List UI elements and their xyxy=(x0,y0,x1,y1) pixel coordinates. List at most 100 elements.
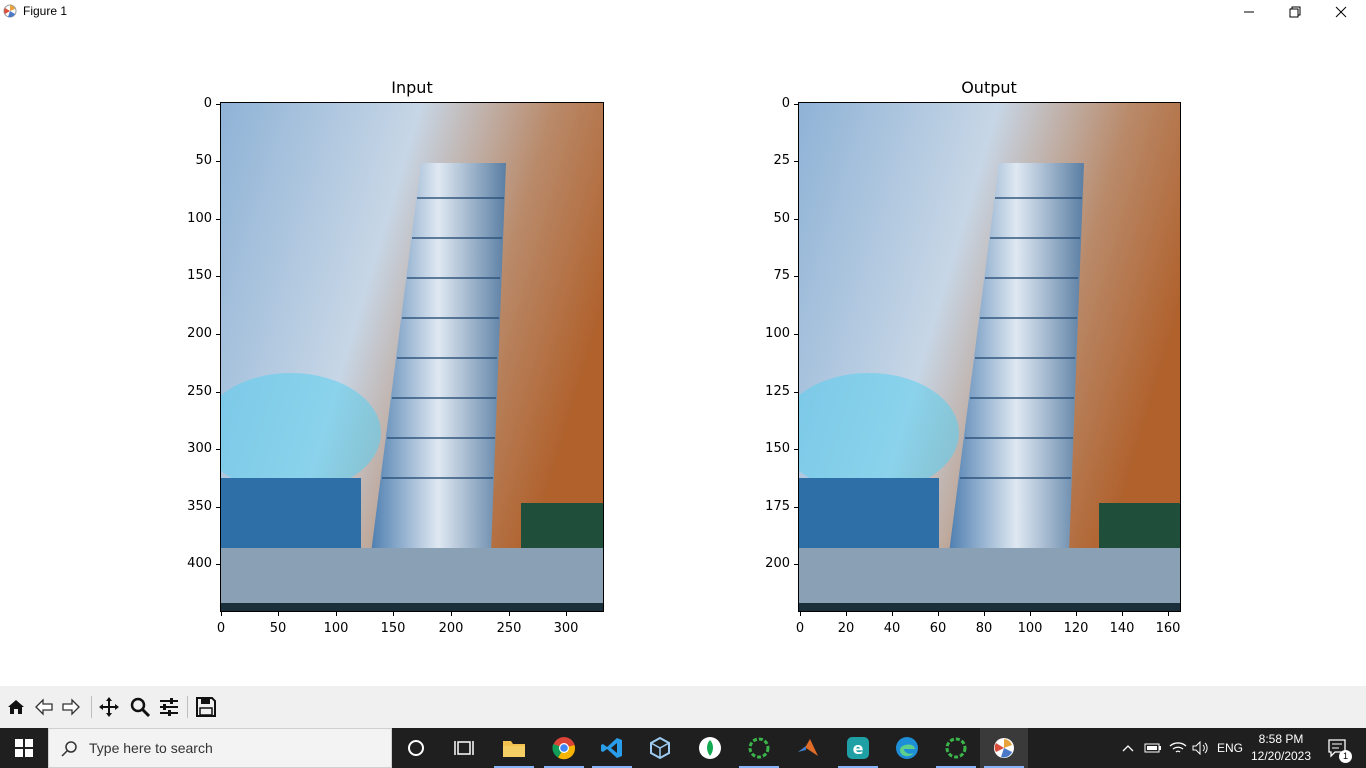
input-plot-title: Input xyxy=(391,78,433,97)
save-icon xyxy=(196,697,216,717)
taskbar: Type here to search e ENG 8:58 PM 12/20/… xyxy=(0,728,1366,768)
x-tick-label: 300 xyxy=(553,621,579,636)
save-button[interactable] xyxy=(193,694,219,720)
matlab-taskbar-item[interactable] xyxy=(784,728,832,768)
mongodb-compass-taskbar-item[interactable] xyxy=(686,728,734,768)
x-tick-label: 160 xyxy=(1155,621,1181,636)
taskbar-search-box[interactable]: Type here to search xyxy=(48,728,392,768)
zoom-icon xyxy=(130,697,151,718)
title-bar: Figure 1 xyxy=(0,0,1366,24)
folder-icon xyxy=(503,741,525,757)
x-tick-label: 50 xyxy=(269,621,287,636)
y-tick-label: 200 xyxy=(765,556,790,571)
x-tick-label: 80 xyxy=(975,621,993,636)
virtualbox-taskbar-item[interactable] xyxy=(636,728,684,768)
x-tick-label: 250 xyxy=(496,621,522,636)
edge-icon xyxy=(896,737,918,759)
clock[interactable]: 8:58 PM 12/20/2023 xyxy=(1246,731,1316,765)
spyder-taskbar-item-2[interactable] xyxy=(932,728,980,768)
matplotlib-app-icon xyxy=(2,3,18,19)
task-view-icon xyxy=(454,741,474,755)
vscode-taskbar-item[interactable] xyxy=(588,728,636,768)
x-tick-label: 20 xyxy=(837,621,855,636)
chrome-icon xyxy=(552,737,576,760)
y-tick-label: 125 xyxy=(765,384,790,399)
back-button[interactable] xyxy=(31,694,57,720)
speaker-icon xyxy=(1192,741,1208,755)
forward-arrow-icon xyxy=(62,698,80,716)
battery-icon xyxy=(1144,743,1161,753)
x-tick-label: 40 xyxy=(883,621,901,636)
e-app-taskbar-item[interactable]: e xyxy=(834,728,882,768)
cortana-button[interactable] xyxy=(392,728,440,768)
network-status[interactable] xyxy=(1166,728,1190,768)
input-image xyxy=(220,102,604,612)
matplotlib-icon xyxy=(994,738,1014,758)
configure-subplots-button[interactable] xyxy=(156,694,182,720)
forward-button[interactable] xyxy=(58,694,84,720)
input-language[interactable]: ENG xyxy=(1214,728,1246,768)
y-tick-label: 250 xyxy=(187,384,212,399)
y-tick-label: 100 xyxy=(765,326,790,341)
back-arrow-icon xyxy=(35,698,53,716)
close-icon xyxy=(1335,6,1347,18)
action-center-button[interactable]: 1 xyxy=(1318,728,1358,768)
home-button[interactable] xyxy=(3,694,29,720)
y-tick-label: 0 xyxy=(781,96,790,111)
wifi-icon xyxy=(1169,742,1187,753)
y-tick-label: 50 xyxy=(773,211,790,226)
volume-control[interactable] xyxy=(1190,728,1212,768)
e-logo-icon: e xyxy=(847,737,869,759)
cortana-icon xyxy=(408,740,424,756)
spinner-app-icon xyxy=(945,737,967,759)
y-tick-label: 150 xyxy=(187,268,212,283)
x-tick-label: 120 xyxy=(1063,621,1089,636)
clock-date: 12/20/2023 xyxy=(1250,749,1312,763)
y-tick-label: 350 xyxy=(187,499,212,514)
battery-status[interactable] xyxy=(1142,728,1164,768)
clock-time: 8:58 PM xyxy=(1258,732,1304,746)
x-tick-label: 200 xyxy=(438,621,464,636)
output-plot-title: Output xyxy=(961,78,1017,97)
search-icon xyxy=(61,741,77,757)
matlab-icon xyxy=(798,739,818,756)
y-tick-label: 75 xyxy=(773,268,790,283)
x-tick-label: 150 xyxy=(380,621,406,636)
virtualbox-icon xyxy=(650,736,670,760)
matplotlib-figure-taskbar-item[interactable] xyxy=(980,728,1028,768)
output-image xyxy=(798,102,1181,612)
pan-icon xyxy=(99,697,119,717)
zoom-button[interactable] xyxy=(127,694,153,720)
search-placeholder: Type here to search xyxy=(89,740,213,756)
spinner-app-icon xyxy=(748,737,770,759)
restore-button[interactable] xyxy=(1272,0,1318,24)
minimize-button[interactable] xyxy=(1226,0,1272,24)
y-tick-label: 150 xyxy=(765,441,790,456)
edge-taskbar-item[interactable] xyxy=(883,728,931,768)
y-tick-label: 200 xyxy=(187,326,212,341)
mongodb-leaf-icon xyxy=(699,737,721,759)
y-tick-label: 100 xyxy=(187,211,212,226)
y-tick-label: 175 xyxy=(765,499,790,514)
close-button[interactable] xyxy=(1318,0,1364,24)
task-view-button[interactable] xyxy=(440,728,488,768)
y-tick-label: 50 xyxy=(195,153,212,168)
show-hidden-icons-button[interactable] xyxy=(1118,728,1138,768)
y-tick-label: 0 xyxy=(203,96,212,111)
file-explorer-taskbar-item[interactable] xyxy=(490,728,538,768)
x-tick-label: 60 xyxy=(929,621,947,636)
pan-button[interactable] xyxy=(96,694,122,720)
navigation-toolbar xyxy=(0,686,1366,728)
y-tick-label: 300 xyxy=(187,441,212,456)
x-tick-label: 0 xyxy=(216,621,226,636)
restore-icon xyxy=(1289,6,1301,18)
configure-subplots-icon xyxy=(160,698,178,716)
start-button[interactable] xyxy=(0,728,48,768)
figure-canvas[interactable]: Input 0 50 100 150 200 250 300 350 400 0… xyxy=(0,24,1366,686)
chrome-taskbar-item[interactable] xyxy=(540,728,588,768)
y-tick-label: 25 xyxy=(773,153,790,168)
vscode-icon xyxy=(601,738,622,758)
spyder-taskbar-item-1[interactable] xyxy=(735,728,783,768)
y-tick-label: 400 xyxy=(187,556,212,571)
x-tick-label: 0 xyxy=(795,621,805,636)
